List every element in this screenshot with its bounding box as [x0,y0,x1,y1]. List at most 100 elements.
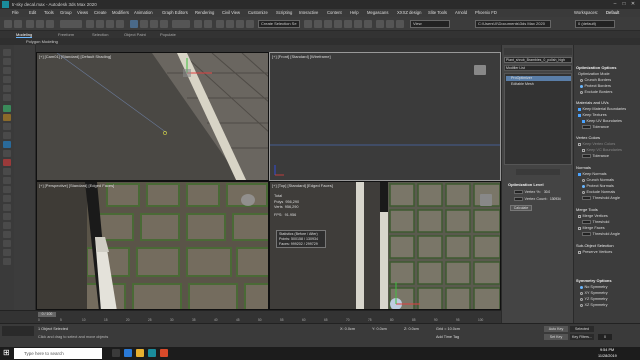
menu-interactive[interactable]: Interactive [299,10,318,15]
modifier-list-dropdown[interactable]: Modifier List [504,65,572,71]
crunch-borders-radio[interactable]: Crunch Borders [580,78,611,82]
exclude-normals-radio[interactable]: Exclude Normals [582,190,615,194]
bind-space-warp-icon[interactable] [46,20,54,28]
playback-controls[interactable] [598,326,636,332]
box-icon[interactable] [3,240,11,247]
key-filters-button[interactable]: Key Filters... [570,334,594,340]
keep-material-boundaries-checkbox[interactable]: Keep Material Boundaries [578,107,626,111]
render-setup-icon[interactable] [376,20,384,28]
undo-icon[interactable] [4,20,12,28]
menu-phoenix-fd[interactable]: Phoenix FD [475,10,497,15]
selection-filter-dropdown[interactable] [60,20,82,28]
viewcube-perspective-icon[interactable] [241,194,255,206]
no-symmetry-radio[interactable]: No Symmetry [580,285,608,289]
sphere-icon[interactable] [3,231,11,238]
reference-coord-dropdown[interactable] [172,20,190,28]
modify-icon[interactable] [3,58,11,65]
vertex-count-spinner[interactable] [514,197,523,201]
viewport-front-label[interactable]: [+] [Front] [Standard] [Wireframe] [272,54,331,59]
normals-threshold-spinner[interactable] [582,196,591,200]
menu-scripting[interactable]: Scripting [276,10,292,15]
viewport-perspective[interactable]: [+] [Perspective] [Standard] [Edged Face… [36,181,269,310]
keep-vc-boundaries-checkbox[interactable]: Keep VC Boundaries [582,148,622,152]
menu-create[interactable]: Create [94,10,107,15]
close-button[interactable]: ✕ [629,1,637,8]
timeline[interactable]: 0 / 100 0 5 10 15 20 25 30 35 40 45 50 55 60 65 70 75 80… [0,310,501,323]
taskbar-search-box[interactable]: Type here to search [14,348,102,359]
selected-dropdown[interactable]: Selected [570,326,594,332]
keep-uv-boundaries-checkbox[interactable]: Keep UV Boundaries [582,119,622,123]
menu-graph-editors[interactable]: Graph Editors [162,10,188,15]
select-object-icon[interactable] [86,20,94,28]
percent-snap-icon[interactable] [236,20,244,28]
keep-textures-checkbox[interactable]: Keep Textures [578,113,607,117]
viewport-camera-label[interactable]: [+] [Cam01] [Standard] [Default Shading] [39,54,111,59]
viewcube-top-icon[interactable] [480,194,492,206]
viewport-top-label[interactable]: [+] [Top] [Standard] [Edged Faces] [272,183,333,188]
stack-controls[interactable] [516,169,560,175]
menu-xxxz-design[interactable]: XXXZ design [397,10,421,15]
menu-civil-view[interactable]: Civil View [222,10,240,15]
calculate-button[interactable]: Calculate [510,205,532,211]
current-frame-field[interactable]: 0 [598,334,612,340]
vc-tolerance-spinner[interactable] [582,154,591,158]
placement-icon[interactable] [160,20,168,28]
helper-icon[interactable] [3,132,11,139]
preserve-vertices-checkbox[interactable]: Preserve Vertices [578,250,612,254]
project-path-field[interactable]: C:\Users\X\Documents\3ds Max 2020 [475,20,551,28]
viewport-front[interactable]: [+] [Front] [Standard] [Wireframe] [269,52,501,181]
menu-customize[interactable]: Customize [248,10,268,15]
named-selection-set-field[interactable]: Create Selection Se [258,20,300,28]
mesh-export-icon[interactable] [3,186,11,193]
window-crossing-icon[interactable] [116,20,124,28]
object-name-field[interactable]: Plant_shrub_Brambles_0_polish_high [504,57,572,63]
3dsmax-taskbar-icon[interactable] [148,349,156,357]
viewport-top[interactable]: [+] [Top] [Standard] [Edged Faces] Total… [269,181,501,310]
curve-editor-icon[interactable] [344,20,352,28]
vray-icon[interactable] [3,105,11,112]
stack-item-prooptimizer[interactable]: ProOptimizer [506,76,571,81]
view-dropdown[interactable]: View [410,20,450,28]
viewport-camera[interactable]: [+] [Cam01] [Standard] [Default Shading] [36,52,269,181]
app-taskbar-icon[interactable] [160,349,168,357]
fur-icon[interactable] [3,150,11,157]
unlink-icon[interactable] [36,20,44,28]
render-icon[interactable] [3,159,11,166]
rendered-frame-window-icon[interactable] [386,20,394,28]
frame-buffer-icon[interactable] [3,168,11,175]
sun-icon[interactable] [3,213,11,220]
tab-populate[interactable]: Populate [160,32,176,37]
vertex-percent-spinner[interactable] [514,190,523,194]
physical-camera-icon[interactable] [3,195,11,202]
merge-threshold-spinner[interactable] [582,220,591,224]
redo-icon[interactable] [14,20,22,28]
plane-icon[interactable] [3,222,11,229]
menu-content[interactable]: Content [327,10,342,15]
select-by-name-icon[interactable] [96,20,104,28]
stack-item-editable-mesh[interactable]: Editable Mesh [506,82,571,87]
menu-arnold[interactable]: Arnold [455,10,467,15]
scene-converter-icon[interactable] [3,177,11,184]
polygon-modeling-label[interactable]: Polygon Modeling [26,39,58,44]
render-production-icon[interactable] [396,20,404,28]
add-time-tag-button[interactable]: Add Time Tag [436,335,459,339]
protect-normals-radio[interactable]: Protect Normals [582,184,614,188]
keep-normals-checkbox[interactable]: Keep Normals [578,172,607,176]
material-editor-icon[interactable] [364,20,372,28]
angle-snap-icon[interactable] [226,20,234,28]
menu-edit[interactable]: Edit [29,10,36,15]
merge-faces-checkbox[interactable]: Merge Faces [578,226,605,230]
task-view-icon[interactable] [112,349,120,357]
keep-vertex-colors-checkbox[interactable]: Keep Vertex Colors [578,142,615,146]
auto-key-button[interactable]: Auto Key [544,326,568,332]
menu-megascans[interactable]: Megascans [367,10,388,15]
menu-animation[interactable]: Animation [134,10,153,15]
viewport-perspective-label[interactable]: [+] [Perspective] [Standard] [Edged Face… [39,183,114,188]
menu-file[interactable]: File [12,10,19,15]
menu-modifiers[interactable]: Modifiers [112,10,129,15]
light-icon[interactable] [3,114,11,121]
viewcube-icon[interactable] [474,65,486,75]
create-icon[interactable] [3,49,11,56]
layer-dropdown[interactable]: 0 (default) [575,20,615,28]
time-slider[interactable]: 0 / 100 [38,312,56,317]
